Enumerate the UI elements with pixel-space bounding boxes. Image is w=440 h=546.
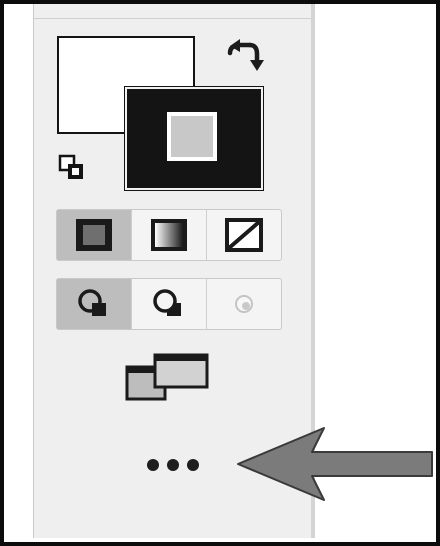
default-colors-icon[interactable] — [58, 154, 86, 182]
more-dot — [187, 459, 199, 471]
solid-color-button[interactable] — [57, 210, 132, 260]
draw-normal-button[interactable] — [57, 279, 132, 329]
swap-arrow-icon[interactable] — [224, 38, 266, 74]
none-button[interactable] — [207, 210, 281, 260]
draw-normal-icon — [78, 289, 106, 316]
draw-behind-button[interactable] — [132, 279, 207, 329]
gradient-button[interactable] — [132, 210, 207, 260]
panel-divider — [34, 18, 311, 19]
screen-mode-icon[interactable] — [125, 353, 211, 403]
gradient-icon — [151, 219, 187, 251]
draw-behind-icon — [153, 289, 181, 316]
more-icon[interactable] — [140, 448, 206, 478]
draw-inside-icon — [235, 295, 253, 313]
draw-inside-button[interactable] — [207, 279, 281, 329]
more-dot — [147, 459, 159, 471]
more-dot — [167, 459, 179, 471]
screenshot — [0, 0, 440, 546]
pointer-arrow-annotation — [237, 427, 433, 501]
stroke-color-swatch[interactable] — [124, 86, 264, 191]
stroke-inner-square — [165, 110, 219, 163]
solid-color-icon — [76, 219, 112, 251]
draw-mode-group — [56, 278, 282, 330]
none-icon — [225, 218, 263, 252]
fill-mode-group — [56, 209, 282, 261]
